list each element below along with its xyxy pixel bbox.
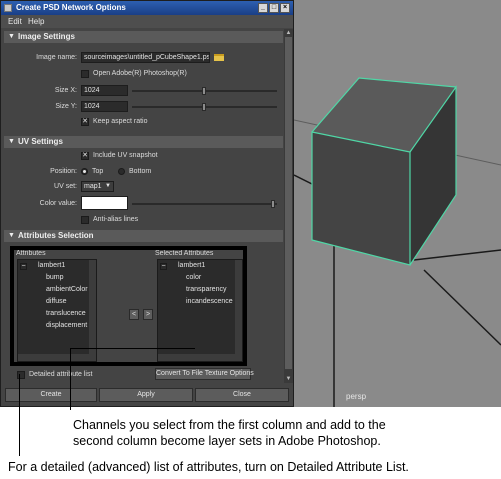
anti-alias-checkbox[interactable]	[81, 216, 89, 224]
position-top-radio[interactable]	[81, 168, 88, 175]
open-photoshop-label: Open Adobe(R) Photoshop(R)	[93, 70, 187, 77]
uv-set-dropdown[interactable]: map1 ▼	[81, 181, 114, 192]
position-top-label: Top	[92, 168, 104, 175]
detailed-callout-line	[19, 374, 20, 456]
image-name-label: Image name:	[36, 54, 77, 61]
size-y-slider-knob[interactable]	[202, 103, 206, 111]
color-value-slider-knob[interactable]	[271, 200, 275, 208]
position-bottom-label: Bottom	[129, 168, 152, 175]
title-bar[interactable]: Create PSD Network Options _ □ ×	[1, 1, 293, 15]
options-scrollbar[interactable]: ▲ ▼	[284, 29, 293, 383]
close-window-button[interactable]: ×	[280, 3, 290, 13]
detailed-annotation: For a detailed (advanced) list of attrib…	[8, 460, 409, 474]
image-name-field[interactable]: sourceimages\untitled_pCubeShape1.psd	[81, 52, 210, 63]
scrollbar-thumb[interactable]	[285, 37, 292, 369]
perspective-viewport[interactable]: persp	[294, 0, 501, 407]
cube-render	[294, 77, 501, 407]
attributes-selection-header[interactable]: ▼ Attributes Selection	[4, 230, 283, 242]
collapse-triangle-icon: ▼	[8, 33, 15, 40]
scroll-down-icon[interactable]: ▼	[284, 375, 293, 383]
include-uv-label: Include UV snapshot	[93, 152, 158, 159]
scroll-up-icon[interactable]: ▲	[284, 29, 293, 37]
columns-callout-line-vertical	[70, 348, 71, 410]
maximize-button[interactable]: □	[269, 3, 279, 13]
camera-label: persp	[346, 392, 367, 401]
collapse-triangle-icon: ▼	[8, 138, 15, 145]
chevron-down-icon: ▼	[105, 183, 111, 189]
apply-button[interactable]: Apply	[99, 388, 193, 402]
open-photoshop-checkbox[interactable]	[81, 70, 89, 78]
position-label: Position:	[50, 168, 77, 175]
columns-callout-line-horizontal	[70, 348, 195, 349]
folder-icon[interactable]	[214, 54, 224, 61]
close-button[interactable]: Close	[195, 388, 289, 402]
minimize-button[interactable]: _	[258, 3, 268, 13]
collapse-triangle-icon: ▼	[8, 232, 15, 239]
convert-to-file-texture-options-button[interactable]: Convert To File Texture Options	[155, 368, 254, 380]
position-bottom-radio[interactable]	[118, 168, 125, 175]
size-y-label: Size Y:	[55, 103, 77, 110]
image-settings-header[interactable]: ▼ Image Settings	[4, 31, 283, 43]
size-x-slider-knob[interactable]	[202, 87, 206, 95]
size-x-label: Size X:	[54, 87, 77, 94]
color-value-label: Color value:	[39, 200, 77, 207]
columns-annotation-line2: second column become layer sets in Adobe…	[73, 434, 381, 448]
columns-annotation-line1: Channels you select from the first colum…	[73, 418, 386, 432]
size-y-field[interactable]: 1024	[81, 101, 128, 112]
keep-aspect-label: Keep aspect ratio	[93, 118, 148, 125]
anti-alias-label: Anti-alias lines	[93, 216, 139, 223]
include-uv-checkbox[interactable]: ✕	[81, 152, 89, 160]
size-x-field[interactable]: 1024	[81, 85, 128, 96]
app-icon	[4, 4, 12, 12]
color-swatch[interactable]	[81, 196, 128, 210]
menu-edit[interactable]: Edit	[8, 17, 22, 26]
uv-settings-header[interactable]: ▼ UV Settings	[4, 136, 283, 148]
menu-help[interactable]: Help	[28, 17, 44, 26]
detailed-attribute-list-label: Detailed attribute list	[29, 371, 93, 378]
keep-aspect-checkbox[interactable]: ✕	[81, 118, 89, 126]
color-value-slider[interactable]	[132, 203, 277, 205]
uv-set-label: UV set:	[54, 183, 77, 190]
menu-bar: Edit Help	[1, 15, 293, 28]
window-title: Create PSD Network Options	[16, 3, 126, 12]
